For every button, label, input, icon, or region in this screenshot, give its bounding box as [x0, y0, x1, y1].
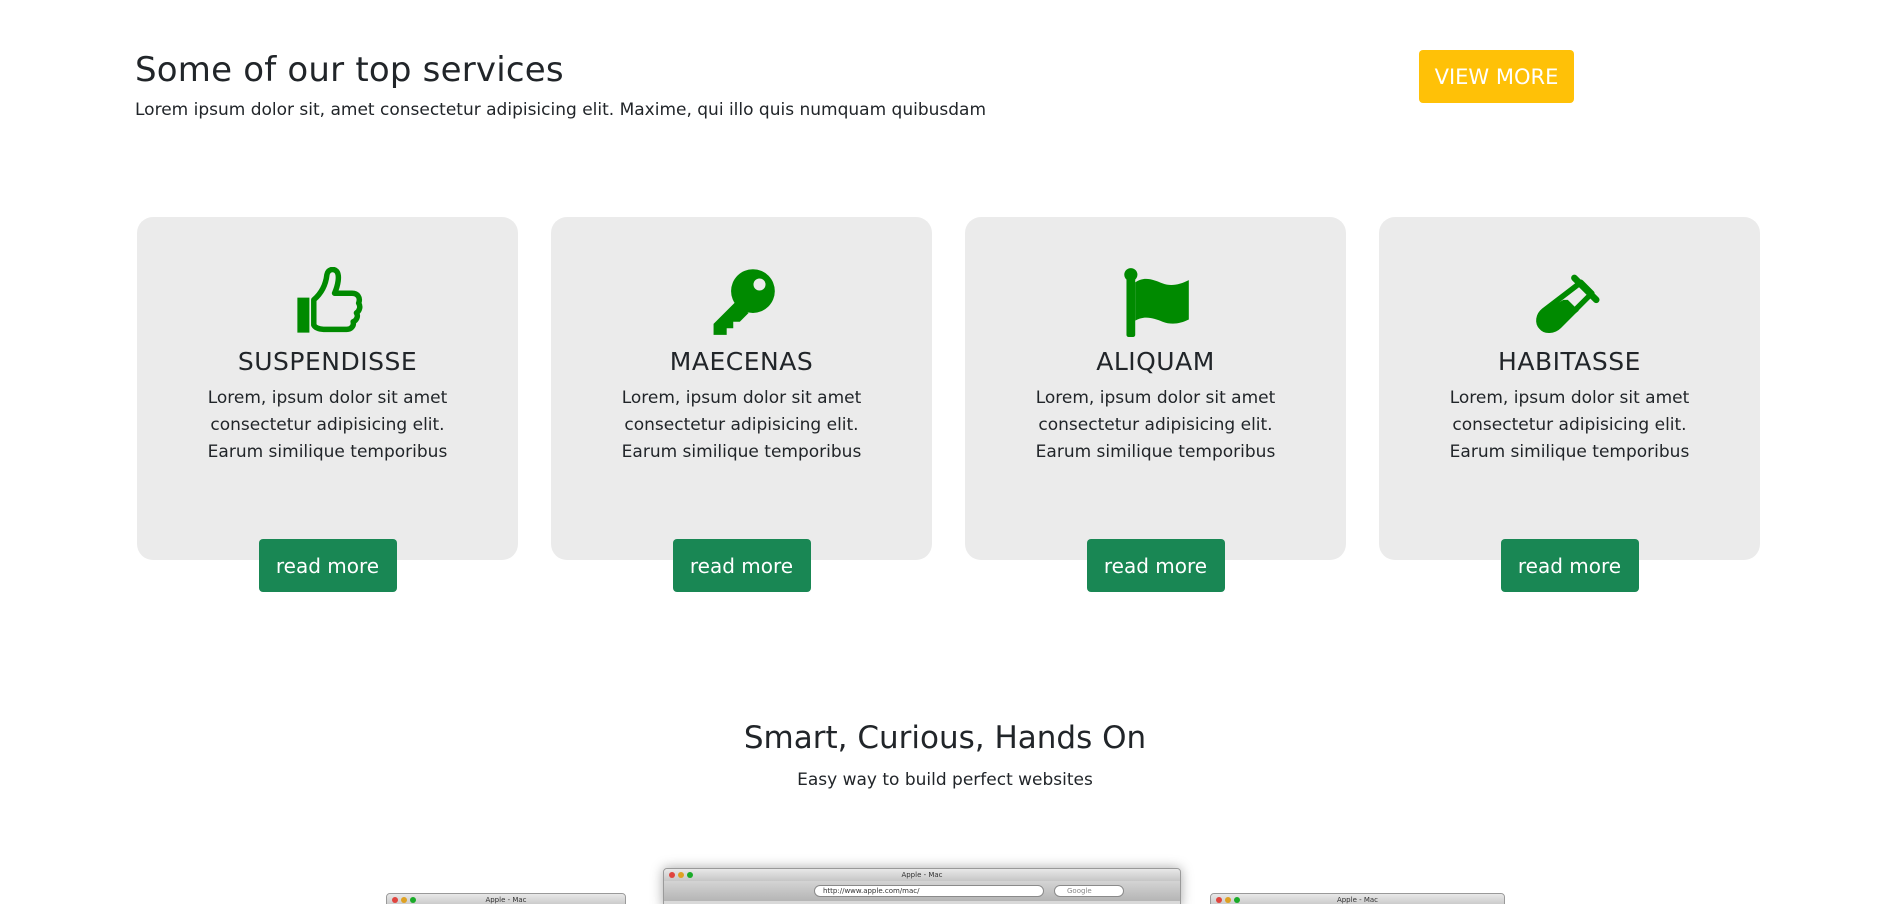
flag-icon [1121, 267, 1191, 337]
card-text: Lorem, ipsum dolor sit amet consectetur … [1449, 388, 1690, 462]
card-text: Lorem, ipsum dolor sit amet consectetur … [621, 388, 862, 462]
service-card: HABITASSE Lorem, ipsum dolor sit amet co… [1379, 217, 1760, 592]
browser-title: Apple - Mac [485, 896, 527, 904]
browser-titlebar: Apple - Mac [387, 894, 625, 904]
card-title: HABITASSE [1498, 347, 1641, 376]
section-title: Smart, Curious, Hands On [743, 720, 1147, 756]
browser-titlebar: Apple - Mac [1211, 894, 1504, 904]
service-card: SUSPENDISSE Lorem, ipsum dolor sit amet … [137, 217, 518, 592]
showcase-image-left: Apple - Mac [386, 893, 626, 904]
key-icon [707, 267, 777, 337]
service-card: ALIQUAM Lorem, ipsum dolor sit amet cons… [965, 217, 1346, 592]
read-more-button[interactable]: read more [672, 539, 811, 592]
card-title: SUSPENDISSE [237, 347, 418, 376]
browser-toolbar: http://www.apple.com/mac/ Google [664, 881, 1180, 901]
card-text: Lorem, ipsum dolor sit amet consectetur … [207, 388, 448, 462]
card-text: Lorem, ipsum dolor sit amet consectetur … [1035, 388, 1276, 462]
view-more-button[interactable]: VIEW MORE [1419, 50, 1574, 103]
section-subtitle: Easy way to build perfect websites [797, 770, 1093, 790]
browser-title: Apple - Mac [901, 871, 943, 879]
showcase-image-right: Apple - Mac [1210, 893, 1505, 904]
services-subtitle: Lorem ipsum dolor sit, amet consectetur … [135, 100, 987, 120]
browser-titlebar: Apple - Mac [664, 869, 1180, 881]
services-header: Some of our top services Lorem ipsum dol… [135, 50, 986, 120]
browser-url-field: http://www.apple.com/mac/ [814, 885, 1044, 897]
read-more-button[interactable]: read more [258, 539, 397, 592]
test-tube-icon [1535, 267, 1605, 337]
card-title: MAECENAS [669, 347, 814, 376]
showcase-image-center: Apple - Mac http://www.apple.com/mac/ Go… [663, 868, 1181, 904]
services-title: Some of our top services [135, 50, 564, 90]
thumbs-up-icon [293, 267, 363, 337]
read-more-button[interactable]: read more [1500, 539, 1639, 592]
read-more-button[interactable]: read more [1086, 539, 1225, 592]
card-title: ALIQUAM [1096, 347, 1215, 376]
browser-title: Apple - Mac [1336, 896, 1379, 904]
service-card: MAECENAS Lorem, ipsum dolor sit amet con… [551, 217, 932, 592]
browser-search-field: Google [1054, 885, 1124, 897]
